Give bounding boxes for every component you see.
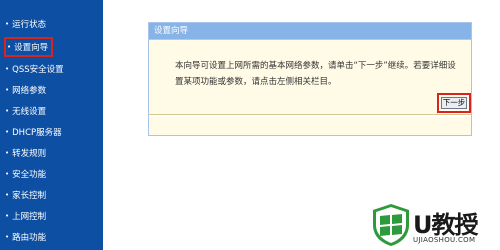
sidebar-item-access-control[interactable]: • 上网控制 bbox=[5, 208, 46, 224]
sidebar-item-label: 路由功能 bbox=[12, 233, 47, 243]
sidebar-item-label: DHCP服务器 bbox=[12, 128, 62, 138]
sidebar-item-label: 上网控制 bbox=[12, 212, 47, 222]
sidebar-item-label: 家长控制 bbox=[12, 191, 47, 201]
bullet-icon: • bbox=[7, 43, 12, 51]
sidebar-item-dhcp[interactable]: • DHCP服务器 bbox=[5, 124, 62, 140]
bullet-icon: • bbox=[5, 128, 10, 136]
bullet-icon: • bbox=[5, 65, 10, 73]
sidebar-item-label: 网络参数 bbox=[12, 86, 47, 96]
sidebar-item-label: 转发规则 bbox=[12, 149, 47, 159]
bullet-icon: • bbox=[5, 233, 10, 241]
panel-title: 设置向导 bbox=[149, 23, 471, 39]
next-button-highlight: 下一步 bbox=[437, 93, 471, 113]
bullet-icon: • bbox=[5, 170, 10, 178]
bullet-icon: • bbox=[5, 107, 10, 115]
sidebar-item-forwarding[interactable]: • 转发规则 bbox=[5, 145, 46, 161]
watermark-domain: UJIAOSHOU.COM bbox=[413, 236, 476, 244]
panel-footer bbox=[149, 117, 471, 135]
bullet-icon: • bbox=[5, 20, 10, 28]
sidebar-item-label: QSS安全设置 bbox=[12, 65, 64, 75]
sidebar-item-qss-security[interactable]: • QSS安全设置 bbox=[5, 61, 64, 77]
sidebar-item-wireless[interactable]: • 无线设置 bbox=[5, 103, 46, 119]
wizard-description: 本向导可设置上网所需的基本网络参数，请单击“下一步”继续。若要详细设置某项功能或… bbox=[149, 39, 471, 115]
sidebar-item-routing[interactable]: • 路由功能 bbox=[5, 229, 46, 245]
bullet-icon: • bbox=[5, 149, 10, 157]
shield-logo-icon bbox=[373, 204, 409, 246]
sidebar-item-network-params[interactable]: • 网络参数 bbox=[5, 82, 46, 98]
sidebar-item-running-status[interactable]: • 运行状态 bbox=[5, 16, 46, 32]
sidebar-item-security[interactable]: • 安全功能 bbox=[5, 166, 46, 182]
next-button[interactable]: 下一步 bbox=[441, 97, 467, 109]
watermark: U教授 UJIAOSHOU.COM bbox=[371, 203, 497, 248]
setup-wizard-panel: 设置向导 本向导可设置上网所需的基本网络参数，请单击“下一步”继续。若要详细设置… bbox=[148, 22, 472, 136]
bullet-icon: • bbox=[5, 191, 10, 199]
sidebar-item-label: 运行状态 bbox=[12, 20, 47, 30]
sidebar-item-setup-wizard[interactable]: • 设置向导 bbox=[4, 37, 54, 57]
bullet-icon: • bbox=[5, 86, 10, 94]
sidebar-item-label: 安全功能 bbox=[12, 170, 47, 180]
bullet-icon: • bbox=[5, 212, 10, 220]
watermark-brand: U教授 bbox=[413, 211, 478, 239]
sidebar-item-label: 无线设置 bbox=[12, 107, 47, 117]
sidebar-item-label: 设置向导 bbox=[14, 43, 49, 53]
sidebar-nav: • 运行状态 • 设置向导 • QSS安全设置 • 网络参数 • 无线设置 • … bbox=[0, 0, 103, 250]
sidebar-item-parental-control[interactable]: • 家长控制 bbox=[5, 187, 46, 203]
